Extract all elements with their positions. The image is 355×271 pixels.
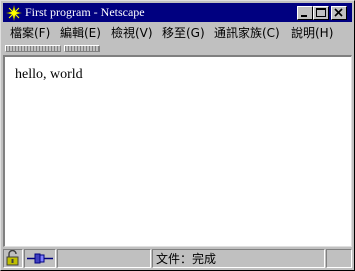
title-bar[interactable]: First program - Netscape bbox=[3, 3, 352, 22]
toolbar-grip-navigation[interactable] bbox=[5, 45, 61, 52]
menu-view[interactable]: 檢視(V) bbox=[111, 25, 153, 41]
menu-bar: 檔案(F) 編輯(E) 檢視(V) 移至(G) 通訊家族(C) 說明(H) bbox=[3, 23, 352, 43]
connection-status-icon bbox=[27, 253, 53, 264]
page-content-area[interactable]: hello, world bbox=[3, 55, 352, 247]
page-text: hello, world bbox=[15, 67, 83, 82]
security-lock-icon bbox=[6, 249, 19, 266]
maximize-icon bbox=[316, 8, 326, 17]
status-extra-cell bbox=[326, 249, 352, 268]
progress-cell bbox=[57, 249, 151, 268]
collapsed-toolbar-strip bbox=[3, 44, 352, 54]
security-indicator[interactable] bbox=[3, 249, 23, 268]
menu-help[interactable]: 說明(H) bbox=[291, 25, 333, 41]
status-text: 文件：完成 bbox=[156, 252, 217, 266]
close-button[interactable] bbox=[331, 6, 347, 20]
minimize-button[interactable] bbox=[297, 6, 313, 20]
menu-edit[interactable]: 編輯(E) bbox=[60, 25, 101, 41]
browser-window: First program - Netscape 檔案(F) 編輯(E) 檢視(… bbox=[0, 0, 355, 271]
toolbar-grip-location[interactable] bbox=[64, 45, 100, 52]
close-icon bbox=[334, 8, 343, 17]
menu-file[interactable]: 檔案(F) bbox=[10, 25, 50, 41]
maximize-button[interactable] bbox=[313, 6, 329, 20]
connection-indicator[interactable] bbox=[24, 249, 56, 268]
menu-go[interactable]: 移至(G) bbox=[162, 25, 205, 41]
netscape-star-icon bbox=[6, 5, 22, 21]
minimize-icon bbox=[301, 15, 307, 17]
menu-communicator[interactable]: 通訊家族(C) bbox=[214, 25, 280, 41]
window-title: First program - Netscape bbox=[25, 5, 145, 19]
status-bar: 文件：完成 bbox=[3, 249, 352, 268]
status-message-cell: 文件：完成 bbox=[152, 249, 325, 268]
